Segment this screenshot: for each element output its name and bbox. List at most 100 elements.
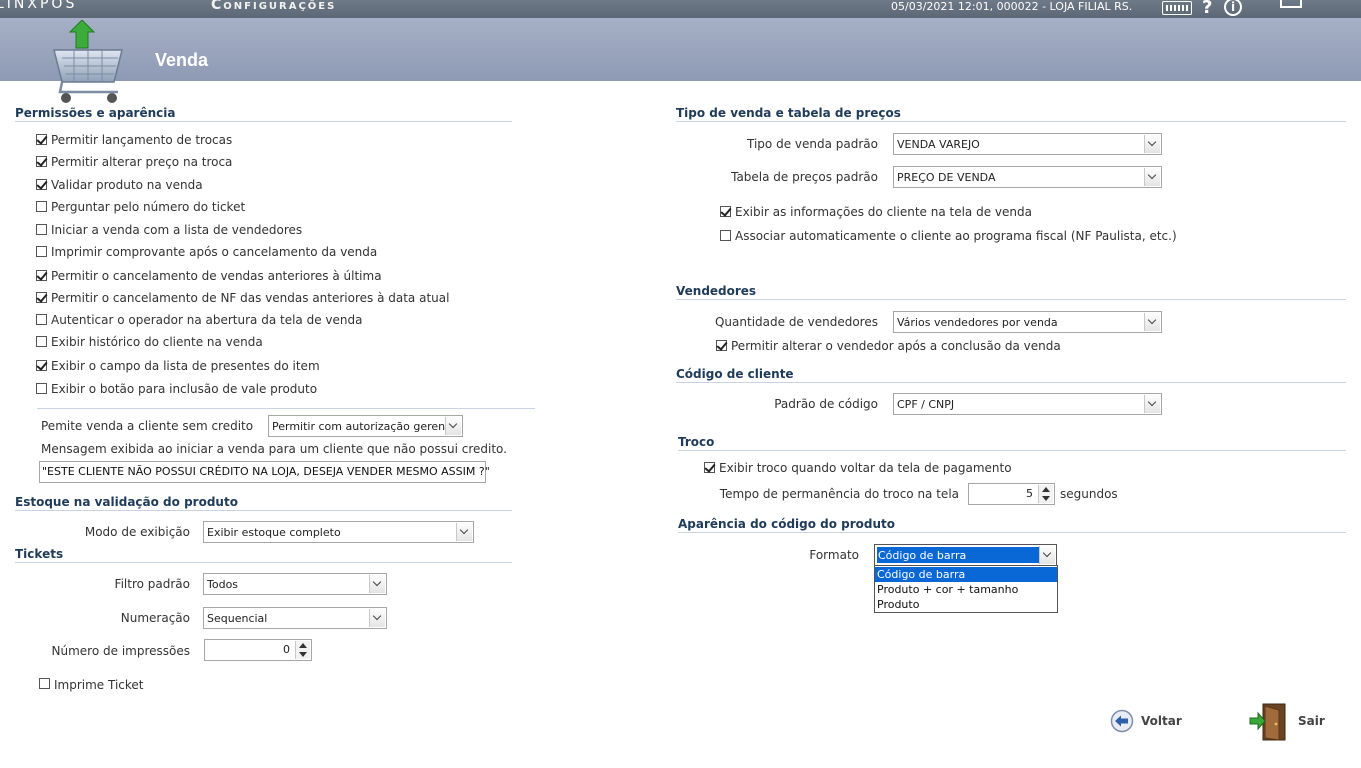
imprime-ticket-label: Imprime Ticket xyxy=(54,678,144,692)
padrao-codigo-label: Padrão de código xyxy=(774,397,878,411)
formato-option[interactable]: Produto xyxy=(875,597,1057,612)
voltar-button[interactable]: Voltar xyxy=(1110,708,1200,734)
spinner-arrows-icon[interactable] xyxy=(295,641,310,659)
numeracao-value: Sequencial xyxy=(207,612,268,625)
formato-select[interactable]: Código de barra xyxy=(874,544,1057,566)
imprime-ticket-checkbox[interactable] xyxy=(39,678,50,689)
permission-checkbox[interactable] xyxy=(36,292,47,303)
section-tipo-venda: Tipo de venda e tabela de preços xyxy=(676,106,1346,122)
chevron-down-icon[interactable] xyxy=(369,575,385,593)
app-logo: LINXPOS xyxy=(0,0,78,12)
permission-label: Autenticar o operador na abertura da tel… xyxy=(51,313,363,327)
padrao-codigo-select[interactable]: CPF / CNPJ xyxy=(893,393,1162,415)
permission-checkbox[interactable] xyxy=(36,383,47,394)
exibir-troco-checkbox[interactable] xyxy=(704,462,715,473)
section-tickets: Tickets xyxy=(15,547,512,563)
exibir-info-cliente-checkbox[interactable] xyxy=(720,206,731,217)
credito-message-label: Mensagem exibida ao iniciar a venda para… xyxy=(41,442,507,456)
app-title: Configurações xyxy=(211,0,337,13)
tabela-value: PREÇO DE VENDA xyxy=(897,171,996,184)
section-codigo-cliente: Código de cliente xyxy=(676,367,1346,383)
filtro-label: Filtro padrão xyxy=(114,577,190,591)
chevron-down-icon[interactable] xyxy=(1144,395,1160,413)
permission-label: Iniciar a venda com a lista de vendedore… xyxy=(51,223,303,237)
formato-option[interactable]: Código de barra xyxy=(875,567,1057,582)
numeracao-select[interactable]: Sequencial xyxy=(203,607,387,629)
filtro-value: Todos xyxy=(207,578,239,591)
associar-cliente-checkbox[interactable] xyxy=(720,230,731,241)
formato-value: Código de barra xyxy=(878,549,967,562)
qtd-vendedores-label: Quantidade de vendedores xyxy=(714,315,878,329)
chevron-down-icon[interactable] xyxy=(1144,313,1160,331)
spinner-arrows-icon[interactable] xyxy=(1038,485,1053,503)
modo-label: Modo de exibição xyxy=(84,525,190,539)
permission-checkbox[interactable] xyxy=(36,336,47,347)
padrao-codigo-value: CPF / CNPJ xyxy=(897,398,955,411)
info-icon[interactable]: i xyxy=(1224,0,1242,16)
alterar-vendedor-label: Permitir alterar o vendedor após a concl… xyxy=(731,339,1061,353)
credito-message-value: "ESTE CLIENTE NÃO POSSUI CRÉDITO NA LOJA… xyxy=(42,465,490,478)
permission-label: Exibir histórico do cliente na venda xyxy=(51,335,263,349)
section-estoque: Estoque na validação do produto xyxy=(15,495,512,511)
credito-select[interactable]: Permitir com autorização gerente xyxy=(268,415,463,437)
impressoes-label: Número de impressões xyxy=(51,644,190,658)
qtd-vendedores-select[interactable]: Vários vendedores por venda xyxy=(893,311,1162,333)
shopping-cart-icon xyxy=(53,20,123,103)
chevron-down-icon[interactable] xyxy=(1039,546,1055,564)
permission-label: Exibir o campo da lista de presentes do … xyxy=(51,359,320,373)
permission-checkbox[interactable] xyxy=(36,360,47,371)
modo-value: Exibir estoque completo xyxy=(207,526,341,539)
permission-label: Permitir alterar preço na troca xyxy=(51,155,233,169)
tempo-troco-stepper[interactable]: 5 xyxy=(968,483,1055,505)
page-title: Venda xyxy=(155,50,209,70)
chevron-down-icon[interactable] xyxy=(1144,135,1160,153)
exibir-info-cliente-label: Exibir as informações do cliente na tela… xyxy=(735,205,1032,219)
tipo-venda-select[interactable]: VENDA VAREJO xyxy=(893,133,1162,155)
chevron-down-icon[interactable] xyxy=(445,417,461,435)
keyboard-icon[interactable] xyxy=(1162,1,1192,15)
modo-select[interactable]: Exibir estoque completo xyxy=(203,521,474,543)
permission-label: Validar produto na venda xyxy=(51,178,203,192)
impressoes-stepper[interactable]: 0 xyxy=(204,639,312,661)
tabela-label: Tabela de preços padrão xyxy=(731,170,878,184)
associar-cliente-label: Associar automaticamente o cliente ao pr… xyxy=(735,229,1177,243)
sair-button[interactable]: Sair xyxy=(1249,702,1329,742)
permission-checkbox[interactable] xyxy=(36,179,47,190)
sair-label: Sair xyxy=(1298,714,1325,728)
permission-label: Permitir lançamento de trocas xyxy=(51,133,233,147)
tempo-troco-label: Tempo de permanência do troco na tela xyxy=(719,487,959,501)
filtro-select[interactable]: Todos xyxy=(203,573,387,595)
chevron-down-icon[interactable] xyxy=(1144,168,1160,186)
permission-checkbox[interactable] xyxy=(36,270,47,281)
permission-checkbox[interactable] xyxy=(36,224,47,235)
credito-label: Pemite venda a cliente sem credito xyxy=(41,419,254,433)
credito-value: Permitir com autorização gerente xyxy=(272,420,457,433)
exit-door-icon xyxy=(1249,703,1286,741)
section-aparencia-codigo: Aparência do código do produto xyxy=(678,517,1346,533)
tipo-venda-label: Tipo de venda padrão xyxy=(747,137,878,151)
window-icon[interactable] xyxy=(1280,0,1302,8)
tempo-troco-unit: segundos xyxy=(1060,487,1118,501)
permission-checkbox[interactable] xyxy=(36,156,47,167)
permission-label: Exibir o botão para inclusão de vale pro… xyxy=(51,382,318,396)
divider xyxy=(37,408,535,409)
chevron-down-icon[interactable] xyxy=(369,609,385,627)
impressoes-value: 0 xyxy=(283,643,290,656)
top-bar: LINXPOS Configurações 05/03/2021 12:01, … xyxy=(0,0,1361,18)
permission-label: Imprimir comprovante após o cancelamento… xyxy=(51,245,378,259)
tabela-select[interactable]: PREÇO DE VENDA xyxy=(893,166,1162,188)
chevron-down-icon[interactable] xyxy=(456,523,472,541)
permission-checkbox[interactable] xyxy=(36,201,47,212)
formato-option[interactable]: Produto + cor + tamanho xyxy=(875,582,1057,597)
section-permissoes: Permissões e aparência xyxy=(15,106,512,122)
permission-checkbox[interactable] xyxy=(36,314,47,325)
exibir-troco-label: Exibir troco quando voltar da tela de pa… xyxy=(719,461,1012,475)
permission-checkbox[interactable] xyxy=(36,134,47,145)
help-icon[interactable]: ? xyxy=(1202,0,1212,18)
numeracao-label: Numeração xyxy=(120,611,190,625)
credito-message-input[interactable]: "ESTE CLIENTE NÃO POSSUI CRÉDITO NA LOJA… xyxy=(39,461,490,483)
alterar-vendedor-checkbox[interactable] xyxy=(716,340,727,351)
section-troco: Troco xyxy=(678,435,1346,451)
permission-checkbox[interactable] xyxy=(36,246,47,257)
status-text: 05/03/2021 12:01, 000022 - LOJA FILIAL R… xyxy=(891,0,1133,13)
